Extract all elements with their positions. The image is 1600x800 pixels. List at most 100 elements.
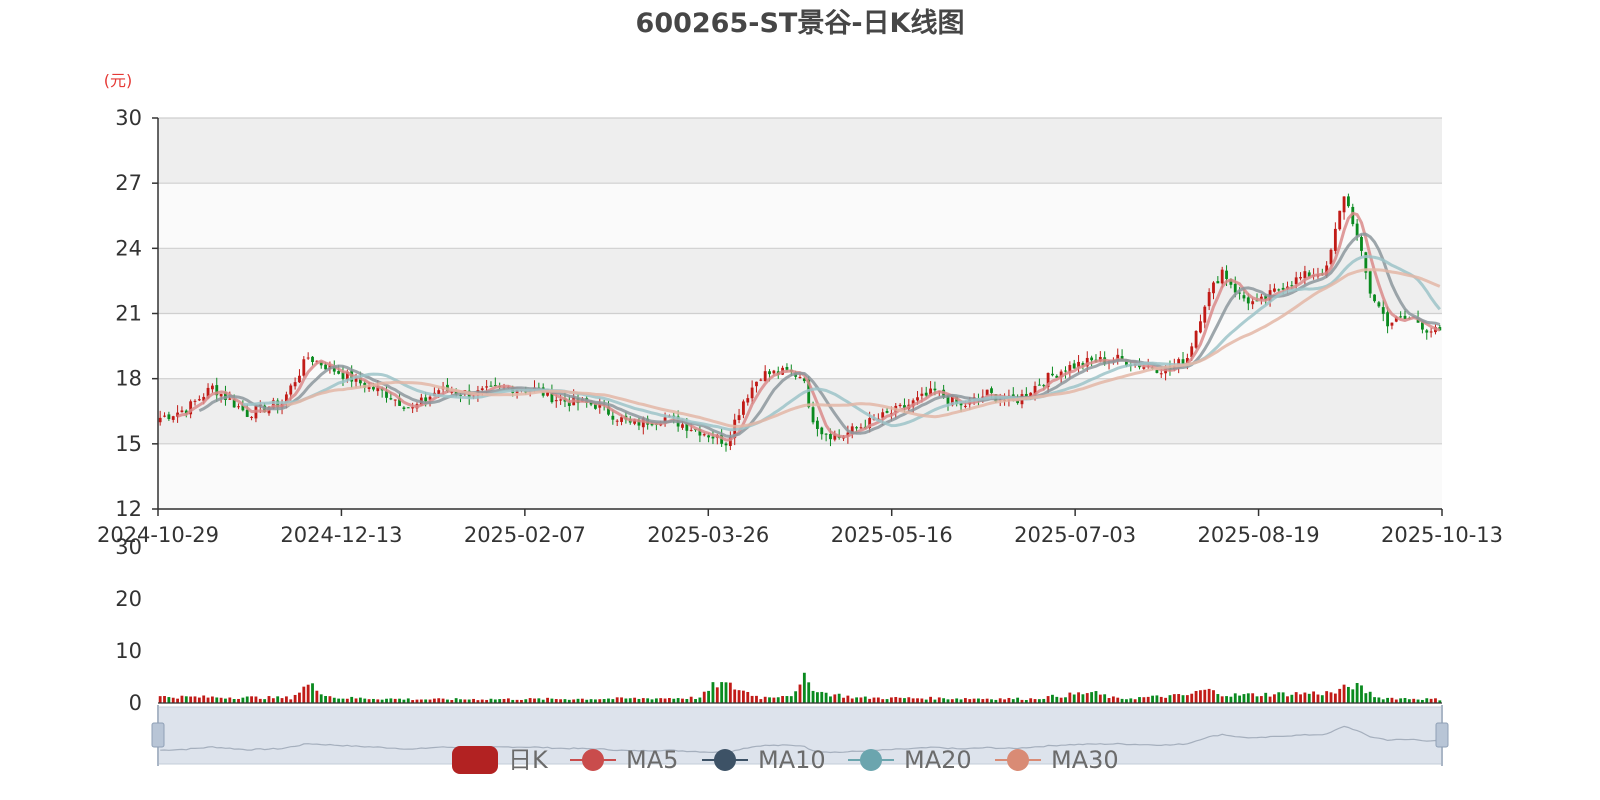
volume-bar xyxy=(889,697,893,703)
volume-bar xyxy=(363,698,367,703)
volume-bar xyxy=(167,697,171,703)
candle-body xyxy=(193,400,197,402)
volume-bar xyxy=(1146,696,1150,703)
volume-bar xyxy=(768,697,771,703)
candle-body xyxy=(324,364,327,370)
volume-bar xyxy=(189,696,193,703)
volume-bar xyxy=(737,690,741,703)
y-tick-label: 24 xyxy=(115,236,142,260)
candle-body xyxy=(1294,277,1298,285)
volume-bar xyxy=(489,698,493,703)
volume-bar xyxy=(1094,691,1098,703)
volume-bar xyxy=(224,698,227,703)
volume-bar xyxy=(1225,696,1228,703)
volume-bar xyxy=(1342,684,1346,703)
candle-body xyxy=(702,434,706,436)
volume-bar xyxy=(1429,698,1433,703)
candle-body xyxy=(1090,357,1094,361)
volume-bar xyxy=(1151,695,1154,703)
candle-body xyxy=(772,370,776,374)
candle-body xyxy=(1037,384,1041,386)
volume-bar xyxy=(1212,690,1215,703)
volume-bar xyxy=(193,696,197,703)
candle-body xyxy=(1425,330,1429,333)
volume-bar xyxy=(794,691,798,703)
volume-bar xyxy=(171,697,175,703)
volume-bar xyxy=(1172,694,1176,703)
candle-body xyxy=(746,398,750,403)
candle-body xyxy=(1386,312,1390,327)
volume-bar xyxy=(1111,696,1115,703)
volume-bar xyxy=(894,697,898,703)
y-tick-label: 12 xyxy=(115,497,142,521)
volume-bar xyxy=(206,697,210,703)
candle-body xyxy=(1429,331,1433,333)
volume-bar xyxy=(197,697,201,703)
candle-body xyxy=(820,427,824,435)
candle-body xyxy=(855,427,858,429)
candle-body xyxy=(1381,307,1385,314)
legend-item: MA10 xyxy=(702,746,826,774)
volume-bar xyxy=(372,698,375,703)
volume-bar xyxy=(506,698,510,703)
volume-bar xyxy=(241,697,245,703)
volume-bar xyxy=(1390,697,1394,703)
volume-bar xyxy=(872,697,876,703)
volume-bar xyxy=(432,698,436,703)
volume-bar xyxy=(1255,696,1259,703)
candle-body xyxy=(245,409,249,417)
candle-body xyxy=(163,415,166,417)
volume-bar xyxy=(315,690,319,703)
volume-bar xyxy=(576,698,580,703)
volume-bar xyxy=(807,682,811,703)
candle-body xyxy=(1273,288,1276,292)
volume-bar xyxy=(1029,698,1033,703)
volume-bar xyxy=(689,696,693,703)
candle-body xyxy=(1368,271,1372,294)
volume-bar xyxy=(1085,693,1089,703)
volume-bar xyxy=(802,672,806,703)
volume-bar xyxy=(663,698,667,703)
volume-bar xyxy=(546,697,549,703)
volume-bar xyxy=(341,698,345,703)
volume-bar xyxy=(929,696,932,703)
legend-swatch-marker xyxy=(582,749,604,771)
candle-body xyxy=(611,415,615,420)
legend-swatch-marker xyxy=(714,749,736,771)
candle-body xyxy=(559,399,563,401)
candle-body xyxy=(1347,196,1350,207)
candle-body xyxy=(750,387,754,399)
volume-bar xyxy=(850,698,854,703)
volume-bar xyxy=(1194,690,1198,703)
volume-bar xyxy=(633,697,637,703)
volume-bar xyxy=(158,696,162,703)
legend-label: 日K xyxy=(508,746,549,774)
volume-tick-label: 30 xyxy=(115,535,142,559)
candle-body xyxy=(824,433,828,435)
candle-body xyxy=(480,388,484,390)
volume-bar xyxy=(1281,692,1285,703)
candle-body xyxy=(1072,363,1076,369)
volume-bar xyxy=(1246,693,1250,703)
candle-body xyxy=(237,406,240,408)
volume-bar xyxy=(715,687,719,703)
candle-body xyxy=(920,393,924,396)
y-tick-label: 30 xyxy=(115,106,142,130)
candle-body xyxy=(180,410,184,413)
volume-bar xyxy=(681,698,684,703)
candle-body xyxy=(1342,196,1346,213)
volume-tick-label: 10 xyxy=(115,639,142,663)
candle-body xyxy=(1155,369,1159,373)
volume-bar xyxy=(1273,694,1276,703)
price-unit-label: (元) xyxy=(104,71,133,90)
candle-body xyxy=(1360,237,1363,251)
volume-bar xyxy=(302,686,306,703)
volume-bar xyxy=(537,698,541,703)
legend-swatch-marker xyxy=(1007,749,1029,771)
volume-bar xyxy=(842,697,845,703)
candle-body xyxy=(785,366,789,370)
volume-bar xyxy=(1129,698,1133,703)
volume-bar xyxy=(846,695,850,703)
volume-bar xyxy=(1103,694,1107,703)
candle-body xyxy=(1199,321,1202,333)
